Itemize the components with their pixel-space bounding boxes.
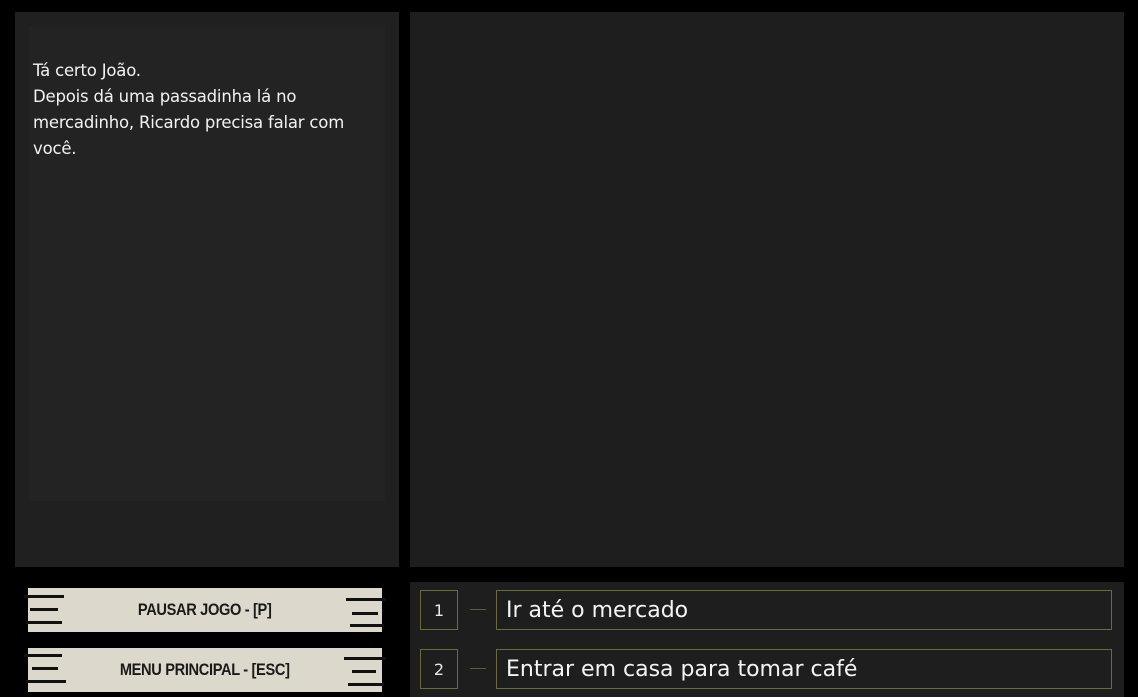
main-menu-button[interactable]: MENU PRINCIPAL - [ESC] <box>24 648 386 692</box>
brush-stroke <box>26 680 66 683</box>
choice-option-2[interactable]: 2 Entrar em casa para tomar café <box>420 649 1112 689</box>
brush-stroke <box>352 670 376 673</box>
brush-stroke <box>26 621 62 624</box>
pause-game-button[interactable]: PAUSAR JOGO - [P] <box>24 588 386 632</box>
choice-label[interactable]: Ir até o mercado <box>496 590 1112 630</box>
brush-stroke <box>24 595 64 598</box>
choice-connector <box>470 609 486 610</box>
main-menu-label: MENU PRINCIPAL - [ESC] <box>120 660 290 679</box>
choice-label[interactable]: Entrar em casa para tomar café <box>496 649 1112 689</box>
brush-stroke <box>344 657 386 660</box>
brush-stroke <box>350 624 384 627</box>
brush-stroke <box>352 612 378 615</box>
scene-view <box>410 12 1124 567</box>
choice-connector <box>470 668 486 669</box>
brush-stroke <box>346 598 386 601</box>
choice-number: 2 <box>420 649 458 689</box>
choice-option-1[interactable]: 1 Ir até o mercado <box>420 590 1112 630</box>
brush-stroke <box>348 683 384 686</box>
choice-number: 1 <box>420 590 458 630</box>
brush-stroke <box>24 654 62 657</box>
choices-panel: 1 Ir até o mercado 2 Entrar em casa para… <box>410 582 1124 697</box>
brush-stroke <box>32 667 58 670</box>
brush-stroke <box>30 608 58 611</box>
dialog-panel: Tá certo João. Depois dá uma passadinha … <box>15 12 399 567</box>
dialog-text: Tá certo João. Depois dá uma passadinha … <box>33 61 345 158</box>
pause-game-label: PAUSAR JOGO - [P] <box>138 600 272 619</box>
